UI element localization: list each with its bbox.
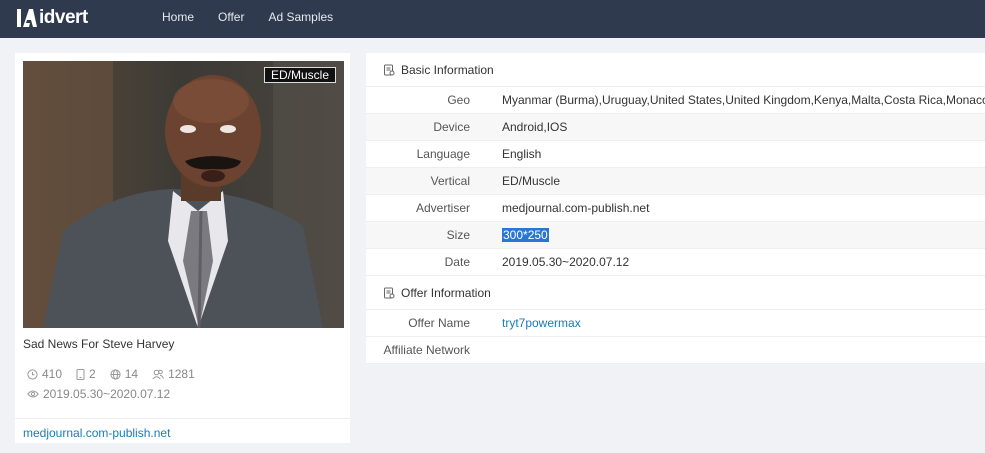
portrait-illustration [23, 61, 344, 328]
info-key: Advertiser [415, 201, 470, 215]
info-row-device: Device Android,IOS [366, 114, 985, 141]
top-navbar: idvert Home Offer Ad Samples [0, 0, 985, 38]
globe-icon [110, 368, 121, 380]
logo-text: idvert [39, 7, 88, 28]
info-key: Geo [447, 93, 470, 107]
info-key: Date [444, 255, 470, 269]
ad-date-range: 2019.05.30~2020.07.12 [27, 387, 170, 401]
info-row-advertiser: Advertiser medjournal.com-publish.net [366, 195, 985, 222]
info-row-offer-name: Offer Name tryt7powermax [366, 310, 985, 337]
info-value: Myanmar (Burma),Uruguay,United States,Un… [502, 93, 985, 107]
selected-size-text[interactable]: 300*250 [502, 228, 549, 242]
info-row-language: Language English [366, 141, 985, 168]
info-row-vertical: Vertical ED/Muscle [366, 168, 985, 195]
info-row-affiliate-network: Affiliate Network [366, 337, 985, 364]
offer-name-link[interactable]: tryt7powermax [470, 316, 985, 330]
info-row-date: Date 2019.05.30~2020.07.12 [366, 249, 985, 276]
offer-info-title: Offer Information [401, 285, 491, 300]
info-row-size: Size 300*250 [366, 222, 985, 249]
eye-icon [27, 390, 39, 398]
document-icon [384, 64, 395, 75]
logo-mark-icon [16, 7, 38, 29]
stat-geos-value: 14 [124, 367, 139, 381]
ad-stats: 410 2 14 1281 [27, 367, 209, 381]
ad-sample-card: ED/Muscle Sad News For Steve Harvey 410 … [15, 53, 350, 443]
stat-users-value: 1281 [168, 367, 195, 381]
ad-details-panel: Basic Information Geo Myanmar (Burma),Ur… [366, 53, 985, 364]
info-value: medjournal.com-publish.net [502, 201, 650, 215]
stat-devices: 2 [76, 367, 96, 381]
card-footer: medjournal.com-publish.net [15, 418, 350, 440]
offer-info-header: Offer Information [366, 276, 985, 310]
nav-home[interactable]: Home [150, 0, 206, 38]
stat-geos: 14 [110, 367, 138, 381]
users-icon [152, 369, 164, 379]
main-nav: Home Offer Ad Samples [150, 0, 345, 38]
info-key: Size [446, 228, 470, 242]
ad-title[interactable]: Sad News For Steve Harvey [23, 337, 174, 351]
stat-views-value: 410 [42, 367, 63, 381]
info-value: 300*250 [470, 228, 985, 242]
nav-offer[interactable]: Offer [206, 0, 256, 38]
basic-info-header: Basic Information [366, 53, 985, 87]
ad-date-range-value: 2019.05.30~2020.07.12 [43, 387, 171, 401]
info-value: ED/Muscle [502, 174, 561, 188]
advertiser-domain-link[interactable]: medjournal.com-publish.net [23, 426, 170, 440]
basic-info-title: Basic Information [401, 62, 494, 77]
stat-views: 410 [27, 367, 62, 381]
vertical-badge: ED/Muscle [263, 67, 336, 83]
info-row-geo: Geo Myanmar (Burma),Uruguay,United State… [366, 87, 985, 114]
stat-devices-value: 2 [89, 367, 96, 381]
mobile-device-icon [76, 368, 85, 380]
info-key: Vertical [430, 174, 470, 188]
nav-ad-samples[interactable]: Ad Samples [256, 0, 345, 38]
info-value: 2019.05.30~2020.07.12 [502, 255, 630, 269]
brand-logo[interactable]: idvert [16, 5, 88, 31]
info-key: Affiliate Network [383, 343, 470, 357]
info-key: Device [433, 120, 470, 134]
info-value: Android,IOS [502, 120, 568, 134]
info-key: Offer Name [408, 316, 470, 330]
clock-icon [27, 368, 38, 380]
ad-creative-image[interactable]: ED/Muscle [23, 61, 344, 328]
document-icon [384, 287, 395, 298]
stat-users: 1281 [152, 367, 195, 381]
info-value: English [502, 147, 542, 161]
info-key: Language [416, 147, 470, 161]
